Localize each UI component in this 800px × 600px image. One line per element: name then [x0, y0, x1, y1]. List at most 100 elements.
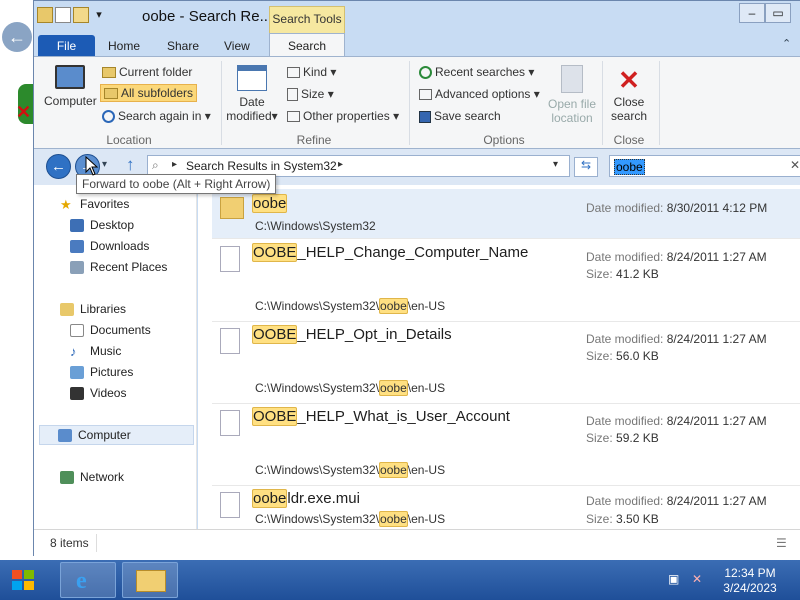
- list-item[interactable]: OOBE_HELP_What_is_User_Account C:\Window…: [212, 404, 800, 486]
- ribbon: Computer Current folder All subfolders S…: [34, 56, 800, 149]
- tab-file[interactable]: File: [38, 35, 95, 57]
- internet-explorer-icon: e: [76, 568, 87, 594]
- nav-computer[interactable]: Computer: [39, 425, 194, 445]
- computer-button[interactable]: Computer: [44, 65, 97, 108]
- title-bar: ▾ oobe - Search Re... Search Tools – ▭: [34, 1, 800, 33]
- maximize-button[interactable]: ▭: [765, 3, 791, 23]
- desktop-icon: [70, 219, 84, 233]
- nav-downloads[interactable]: Downloads: [70, 239, 149, 254]
- file-size: Size: 59.2 KB: [586, 431, 659, 445]
- back-button[interactable]: ←: [46, 154, 71, 179]
- search-results: oobe C:\Windows\System32 Date modified: …: [198, 185, 800, 529]
- nav-network-label: Network: [80, 470, 125, 484]
- clock-time: 12:34 PM: [724, 566, 776, 580]
- list-item[interactable]: oobeldr.exe.mui C:\Windows\System32\oobe…: [212, 486, 800, 529]
- all-subfolders-button[interactable]: All subfolders: [100, 84, 198, 102]
- list-item[interactable]: OOBE_HELP_Opt_in_Details C:\Windows\Syst…: [212, 322, 800, 404]
- date-modified: Date modified: 8/24/2011 1:27 AM: [586, 332, 767, 346]
- recent-places-icon: [70, 261, 84, 275]
- pictures-icon: [70, 366, 84, 380]
- date-modified-label: Date modified: [226, 95, 272, 123]
- date-modified: Date modified: 8/24/2011 1:27 AM: [586, 250, 767, 264]
- nav-libraries[interactable]: Libraries: [60, 302, 126, 317]
- close-search-button[interactable]: ✕ Close search: [604, 65, 654, 123]
- chevron-up-icon[interactable]: ⌃: [782, 37, 791, 50]
- network-tray-icon[interactable]: ▣: [668, 572, 679, 586]
- taskbar-file-explorer[interactable]: [122, 562, 178, 598]
- windows-start-icon[interactable]: [6, 563, 40, 597]
- tab-share[interactable]: Share: [155, 35, 211, 57]
- volume-muted-icon[interactable]: ✕: [692, 572, 702, 586]
- open-file-location-button[interactable]: Open file location: [542, 65, 602, 125]
- group-separator: [602, 61, 603, 145]
- date-modified-button[interactable]: Date modified▾: [224, 65, 280, 123]
- system-clock[interactable]: 12:34 PM 3/24/2023: [720, 566, 780, 596]
- save-search-button[interactable]: Save search: [419, 109, 501, 123]
- file-name: OOBE_HELP_Opt_in_Details: [252, 325, 452, 344]
- nav-music[interactable]: ♪ Music: [70, 344, 121, 358]
- nav-documents[interactable]: Documents: [70, 323, 151, 338]
- nav-favorites[interactable]: ★ Favorites: [60, 197, 129, 211]
- other-properties-button[interactable]: Other properties ▾: [287, 109, 399, 123]
- properties-icon: [287, 111, 300, 123]
- recent-searches-label: Recent searches: [435, 65, 526, 79]
- minimize-button[interactable]: –: [739, 3, 765, 23]
- back-arrow-icon[interactable]: ←: [2, 22, 32, 52]
- nav-pictures[interactable]: Pictures: [70, 365, 133, 380]
- window-title: oobe - Search Re...: [142, 8, 273, 25]
- tab-home[interactable]: Home: [96, 35, 152, 57]
- properties-icon[interactable]: [55, 7, 71, 23]
- calendar-icon: [237, 65, 267, 91]
- network-icon: [60, 471, 74, 485]
- refresh-icon[interactable]: ⇆: [574, 157, 598, 177]
- list-item[interactable]: OOBE_HELP_Change_Computer_Name C:\Window…: [212, 240, 800, 322]
- kind-button[interactable]: Kind ▾: [287, 65, 336, 79]
- search-again-label: Search again in: [118, 109, 202, 123]
- search-again-button[interactable]: Search again in ▾: [102, 109, 211, 124]
- group-separator: [409, 61, 410, 145]
- clock-date: 3/24/2023: [723, 581, 777, 595]
- nav-recent-places[interactable]: Recent Places: [70, 260, 168, 275]
- recent-searches-button[interactable]: Recent searches ▾: [419, 65, 534, 80]
- customize-qat-icon[interactable]: ▾: [91, 7, 107, 23]
- breadcrumb[interactable]: Search Results in System32: [186, 159, 337, 173]
- dropdown-icon: ▾: [271, 109, 278, 123]
- tab-view[interactable]: View: [212, 35, 262, 57]
- up-arrow-icon[interactable]: ↑: [126, 155, 135, 175]
- clear-search-icon[interactable]: ✕: [790, 158, 800, 172]
- open-location-icon: [561, 65, 583, 93]
- advanced-options-label: Advanced options: [435, 87, 531, 101]
- nav-recent-places-label: Recent Places: [90, 260, 168, 274]
- recent-locations-dropdown-icon[interactable]: ▾: [102, 159, 107, 170]
- advanced-options-button[interactable]: Advanced options ▾: [419, 87, 540, 101]
- file-path: C:\Windows\System32\oobe\en-US: [255, 380, 446, 396]
- explorer-window: ▾ oobe - Search Re... Search Tools – ▭ F…: [33, 0, 800, 557]
- nav-network[interactable]: Network: [60, 470, 125, 485]
- file-path: C:\Windows\System32\oobe\en-US: [255, 462, 446, 478]
- tab-search[interactable]: Search: [269, 33, 345, 57]
- current-folder-button[interactable]: Current folder: [102, 65, 192, 79]
- folder-icon: [136, 570, 166, 592]
- list-item[interactable]: oobe C:\Windows\System32 Date modified: …: [212, 189, 800, 239]
- new-folder-icon[interactable]: [73, 7, 89, 23]
- nav-favorites-label: Favorites: [80, 197, 130, 211]
- quick-access-toolbar: ▾: [37, 7, 107, 23]
- search-box[interactable]: oobe ✕: [609, 155, 800, 177]
- document-icon: [220, 246, 240, 272]
- forward-tooltip: Forward to oobe (Alt + Right Arrow): [76, 174, 276, 194]
- folder-icon[interactable]: [37, 7, 53, 23]
- address-dropdown-icon[interactable]: ▾: [553, 159, 558, 170]
- file-path: C:\Windows\System32\oobe\en-US: [255, 511, 446, 527]
- search-input[interactable]: oobe: [614, 159, 645, 175]
- nav-desktop[interactable]: Desktop: [70, 218, 134, 233]
- music-icon: ♪: [70, 344, 77, 360]
- refine-group-label: Refine: [296, 133, 332, 147]
- taskbar-internet-explorer[interactable]: e: [60, 562, 116, 598]
- details-view-icon[interactable]: ☰: [776, 536, 787, 550]
- file-name: oobeldr.exe.mui: [252, 489, 360, 508]
- size-button[interactable]: Size ▾: [287, 87, 334, 102]
- nav-videos[interactable]: Videos: [70, 386, 126, 401]
- computer-label: Computer: [44, 94, 97, 108]
- date-modified: Date modified: 8/24/2011 1:27 AM: [586, 494, 767, 508]
- dropdown-icon: ▾: [533, 87, 540, 101]
